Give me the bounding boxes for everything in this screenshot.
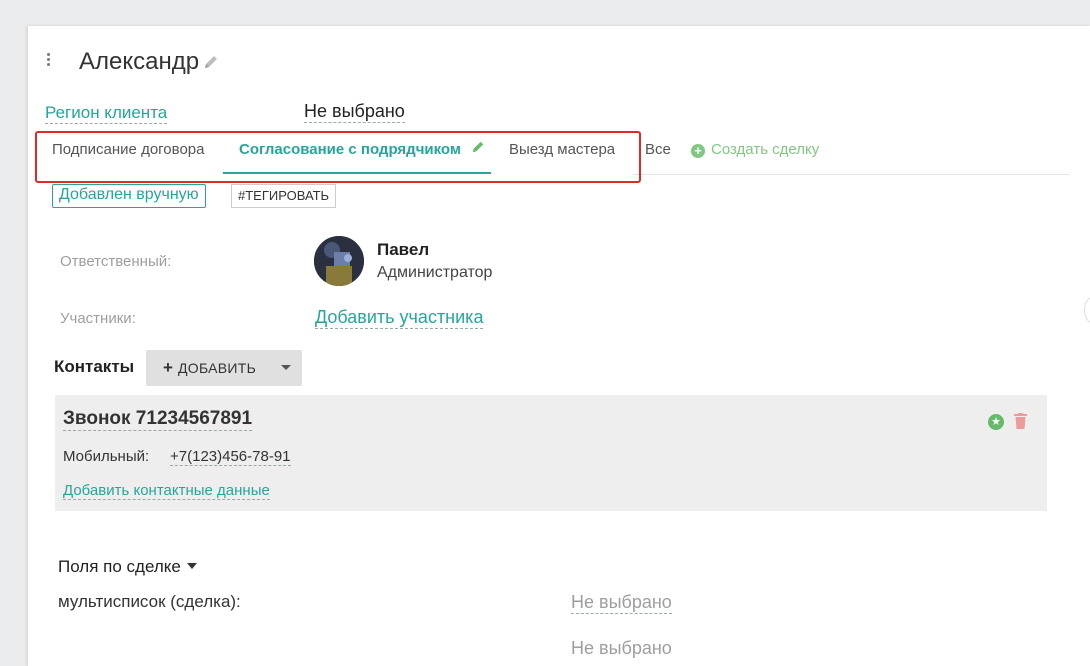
responsible-label: Ответственный: xyxy=(60,253,172,270)
source-tag[interactable]: Добавлен вручную xyxy=(52,184,206,208)
add-contact-label: ДОБАВИТЬ xyxy=(178,360,257,376)
multilist-select[interactable]: Не выбрано xyxy=(571,592,672,614)
trash-icon[interactable] xyxy=(1014,413,1027,434)
deal-title-text: Александр xyxy=(79,48,200,75)
deal-fields-toggle[interactable]: Поля по сделке xyxy=(58,557,197,577)
caret-down-icon xyxy=(186,563,197,569)
participants-label: Участники: xyxy=(60,310,136,327)
edit-pencil-icon[interactable] xyxy=(203,49,219,77)
create-deal-button[interactable]: + Создать сделку xyxy=(691,132,819,174)
avatar[interactable] xyxy=(314,236,364,286)
tag-button[interactable]: #ТЕГИРОВАТЬ xyxy=(231,184,337,208)
contact-card: Звонок 71234567891 Мобильный: +7(123)456… xyxy=(55,395,1047,511)
responsible-role: Администратор xyxy=(377,264,493,281)
multilist-label: мультисписок (сделка): xyxy=(58,592,241,611)
deal-card: Александр Регион клиента Не выбрано Подп… xyxy=(28,26,1090,666)
add-participant-link[interactable]: Добавить участника xyxy=(315,307,484,329)
contacts-title: Контакты xyxy=(54,357,135,376)
add-contact-data-link[interactable]: Добавить контактные данные xyxy=(63,482,270,500)
deal-title[interactable]: Александр xyxy=(79,48,219,77)
responsible-name[interactable]: Павел xyxy=(377,240,429,260)
more-menu-icon[interactable] xyxy=(47,53,51,68)
plus-icon: + xyxy=(163,358,173,377)
plus-circle-icon: + xyxy=(691,144,705,158)
region-label: Регион клиента xyxy=(45,103,168,124)
tabs-divider xyxy=(633,174,1069,175)
tab-all[interactable]: Все xyxy=(645,132,671,174)
phone-value[interactable]: +7(123)456-78-91 xyxy=(170,448,291,466)
phone-label: Мобильный: xyxy=(63,448,150,465)
create-deal-label: Создать сделку xyxy=(711,141,820,158)
next-field-select[interactable]: Не выбрано xyxy=(571,638,672,659)
highlight-box xyxy=(35,131,641,183)
star-icon[interactable]: ★ xyxy=(988,414,1004,430)
chevron-down-icon[interactable] xyxy=(281,365,291,370)
region-select[interactable]: Не выбрано xyxy=(304,101,405,123)
add-contact-button[interactable]: + ДОБАВИТЬ xyxy=(146,350,302,386)
contact-name[interactable]: Звонок 71234567891 xyxy=(63,408,253,431)
deal-fields-title: Поля по сделке xyxy=(58,557,181,576)
